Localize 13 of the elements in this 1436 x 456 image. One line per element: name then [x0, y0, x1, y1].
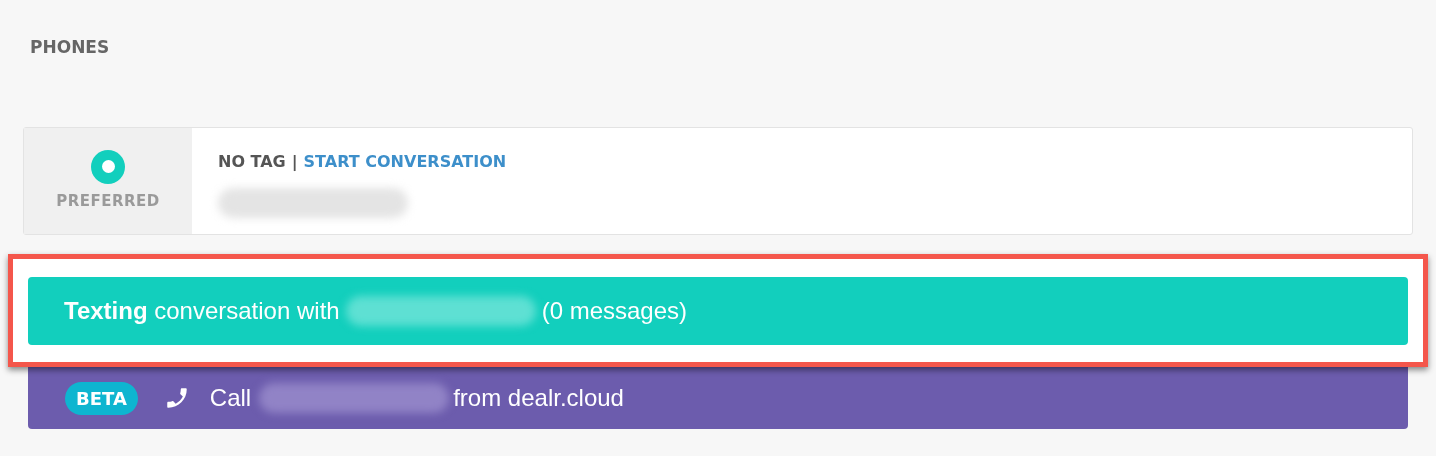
call-source: from dealr.cloud: [453, 383, 624, 413]
start-conversation-link[interactable]: START CONVERSATION: [303, 150, 507, 174]
preferred-label: PREFERRED: [56, 190, 160, 212]
beta-badge: BETA: [65, 381, 138, 415]
texting-bar[interactable]: Texting conversation with (0 messages): [28, 277, 1408, 345]
preferred-radio-icon[interactable]: [91, 149, 125, 184]
section-title: PHONES: [30, 37, 110, 57]
tag-label: NO TAG: [218, 151, 286, 173]
call-bar[interactable]: BETA Call from dealr.cloud: [28, 367, 1408, 429]
texting-label: Texting conversation with: [64, 296, 340, 326]
message-count: (0 messages): [541, 296, 688, 326]
separator: |: [291, 151, 298, 173]
call-label: Call: [209, 383, 252, 413]
